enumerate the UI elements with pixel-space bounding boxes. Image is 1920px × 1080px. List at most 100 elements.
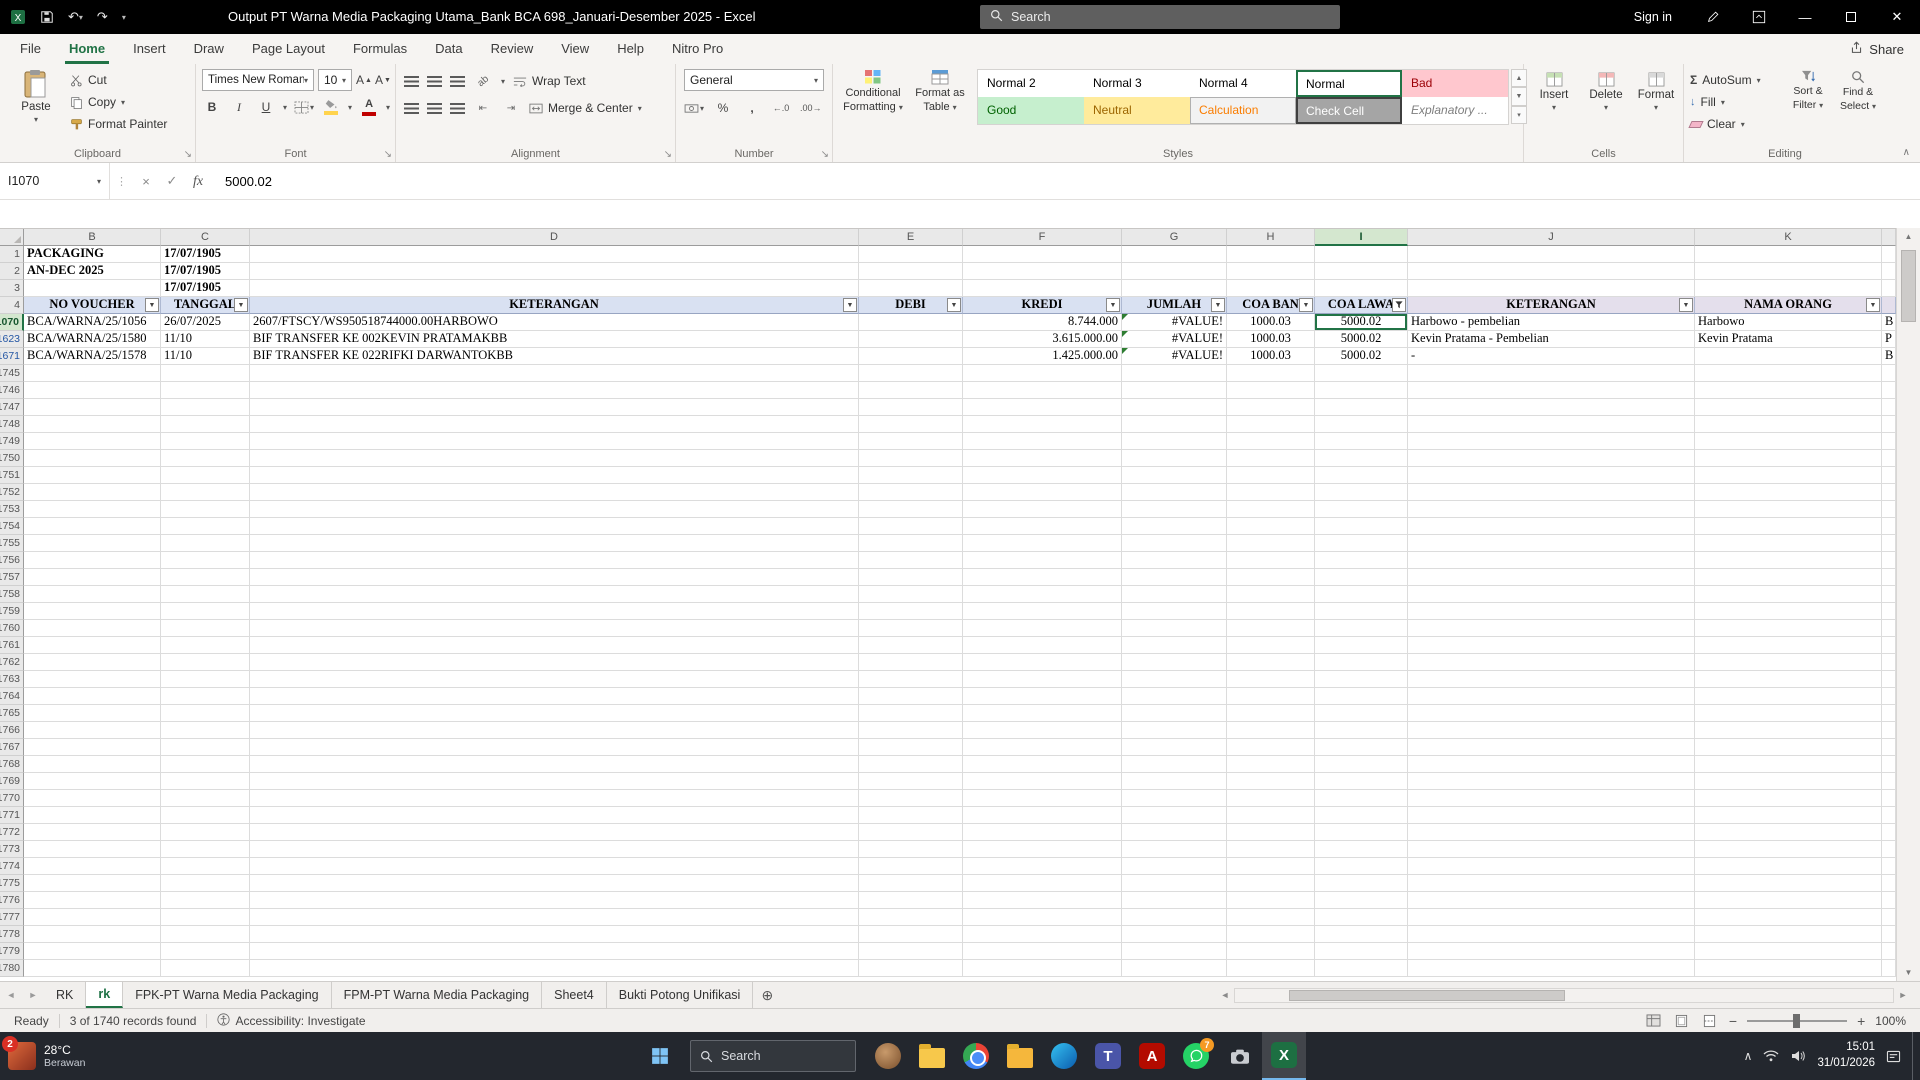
cell-style-normal-4[interactable]: Normal 4 bbox=[1190, 70, 1296, 97]
wifi-icon[interactable] bbox=[1763, 1050, 1779, 1062]
format-painter-button[interactable]: Format Painter bbox=[70, 113, 167, 135]
cell-C1764[interactable] bbox=[161, 688, 250, 705]
align-right-icon[interactable] bbox=[450, 103, 465, 114]
row-header-1752[interactable]: 1752 bbox=[0, 484, 24, 501]
cell-J1761[interactable] bbox=[1408, 637, 1695, 654]
cell-H1763[interactable] bbox=[1227, 671, 1315, 688]
cell-G1757[interactable] bbox=[1122, 569, 1227, 586]
cell-E1776[interactable] bbox=[859, 892, 963, 909]
cell-I1777[interactable] bbox=[1315, 909, 1408, 926]
cell-B1775[interactable] bbox=[24, 875, 161, 892]
cell-J1760[interactable] bbox=[1408, 620, 1695, 637]
row-header-1777[interactable]: 1777 bbox=[0, 909, 24, 926]
align-middle-icon[interactable] bbox=[427, 76, 442, 87]
accounting-format-icon[interactable]: ▾ bbox=[684, 97, 704, 119]
cell-H1767[interactable] bbox=[1227, 739, 1315, 756]
cell-style-normal-2[interactable]: Normal 2 bbox=[978, 70, 1084, 97]
zoom-out-icon[interactable]: − bbox=[1729, 1013, 1737, 1029]
cell-B1756[interactable] bbox=[24, 552, 161, 569]
font-size-combo[interactable]: 10▾ bbox=[318, 69, 352, 91]
cell-H1746[interactable] bbox=[1227, 382, 1315, 399]
sheet-tab-rk[interactable]: rk bbox=[86, 982, 123, 1008]
cell-L1780[interactable] bbox=[1882, 960, 1896, 977]
filter-button-I[interactable] bbox=[1392, 298, 1406, 312]
cell-L1767[interactable] bbox=[1882, 739, 1896, 756]
cell-B1070[interactable]: BCA/WARNA/25/1056 bbox=[24, 314, 161, 331]
autosum-button[interactable]: Σ AutoSum▾ bbox=[1690, 69, 1761, 91]
cell-J1777[interactable] bbox=[1408, 909, 1695, 926]
row-header-1771[interactable]: 1771 bbox=[0, 807, 24, 824]
name-box[interactable]: I1070▾ bbox=[0, 163, 110, 199]
cell-J1768[interactable] bbox=[1408, 756, 1695, 773]
cell-K1747[interactable] bbox=[1695, 399, 1882, 416]
cell-D1777[interactable] bbox=[250, 909, 859, 926]
cell-J1774[interactable] bbox=[1408, 858, 1695, 875]
cell-B1748[interactable] bbox=[24, 416, 161, 433]
font-color-icon[interactable]: A bbox=[359, 96, 379, 118]
row-header-1755[interactable]: 1755 bbox=[0, 535, 24, 552]
cell-B1770[interactable] bbox=[24, 790, 161, 807]
cell-B1769[interactable] bbox=[24, 773, 161, 790]
cell-K1750[interactable] bbox=[1695, 450, 1882, 467]
cell-F1774[interactable] bbox=[963, 858, 1122, 875]
cell-L1758[interactable] bbox=[1882, 586, 1896, 603]
cell-C1775[interactable] bbox=[161, 875, 250, 892]
cell-E1749[interactable] bbox=[859, 433, 963, 450]
cell-F1752[interactable] bbox=[963, 484, 1122, 501]
cell-D3[interactable] bbox=[250, 280, 859, 297]
cell-G1755[interactable] bbox=[1122, 535, 1227, 552]
cell-H1765[interactable] bbox=[1227, 705, 1315, 722]
row-header-1750[interactable]: 1750 bbox=[0, 450, 24, 467]
row-header-1762[interactable]: 1762 bbox=[0, 654, 24, 671]
cell-L1762[interactable] bbox=[1882, 654, 1896, 671]
cell-B1760[interactable] bbox=[24, 620, 161, 637]
name-box-dropdown-icon[interactable]: ▾ bbox=[97, 177, 101, 186]
row-header-1758[interactable]: 1758 bbox=[0, 586, 24, 603]
filter-button-K[interactable]: ▼ bbox=[1866, 298, 1880, 312]
cell-H1772[interactable] bbox=[1227, 824, 1315, 841]
cell-I1769[interactable] bbox=[1315, 773, 1408, 790]
ribbon-tab-insert[interactable]: Insert bbox=[119, 34, 180, 64]
cell-H1758[interactable] bbox=[1227, 586, 1315, 603]
cell-G1752[interactable] bbox=[1122, 484, 1227, 501]
cell-D1769[interactable] bbox=[250, 773, 859, 790]
cell-H1775[interactable] bbox=[1227, 875, 1315, 892]
cell-style-good[interactable]: Good bbox=[978, 97, 1084, 124]
row-header-1759[interactable]: 1759 bbox=[0, 603, 24, 620]
cell-C1758[interactable] bbox=[161, 586, 250, 603]
ribbon-tab-page-layout[interactable]: Page Layout bbox=[238, 34, 339, 64]
maximize-button[interactable] bbox=[1828, 0, 1874, 34]
cell-C1756[interactable] bbox=[161, 552, 250, 569]
row-header-4[interactable]: 4 bbox=[0, 297, 24, 314]
row-header-1070[interactable]: 1070 bbox=[0, 314, 24, 331]
cell-E1764[interactable] bbox=[859, 688, 963, 705]
cell-C1762[interactable] bbox=[161, 654, 250, 671]
action-center-icon[interactable] bbox=[1886, 1050, 1901, 1063]
cell-F1767[interactable] bbox=[963, 739, 1122, 756]
cell-L1771[interactable] bbox=[1882, 807, 1896, 824]
cell-K1754[interactable] bbox=[1695, 518, 1882, 535]
cell-I4[interactable]: COA LAWA bbox=[1315, 297, 1408, 314]
cell-C1759[interactable] bbox=[161, 603, 250, 620]
cell-L1752[interactable] bbox=[1882, 484, 1896, 501]
cell-H1747[interactable] bbox=[1227, 399, 1315, 416]
cell-C1780[interactable] bbox=[161, 960, 250, 977]
cell-J4[interactable]: KETERANGAN▼ bbox=[1408, 297, 1695, 314]
cell-J1755[interactable] bbox=[1408, 535, 1695, 552]
cell-G1779[interactable] bbox=[1122, 943, 1227, 960]
cell-I1779[interactable] bbox=[1315, 943, 1408, 960]
weather-widget[interactable]: 2 28°C Berawan bbox=[8, 1036, 85, 1076]
cell-D1749[interactable] bbox=[250, 433, 859, 450]
cell-L1748[interactable] bbox=[1882, 416, 1896, 433]
cell-C1671[interactable]: 11/10 bbox=[161, 348, 250, 365]
cell-J1772[interactable] bbox=[1408, 824, 1695, 841]
cell-J1769[interactable] bbox=[1408, 773, 1695, 790]
horizontal-scrollbar[interactable] bbox=[1234, 988, 1894, 1003]
cell-I1671[interactable]: 5000.02 bbox=[1315, 348, 1408, 365]
cell-E1747[interactable] bbox=[859, 399, 963, 416]
cell-K1780[interactable] bbox=[1695, 960, 1882, 977]
select-all-corner[interactable] bbox=[0, 229, 24, 246]
cell-G1758[interactable] bbox=[1122, 586, 1227, 603]
sheet-tab-sheet4[interactable]: Sheet4 bbox=[542, 982, 607, 1008]
cell-H1778[interactable] bbox=[1227, 926, 1315, 943]
